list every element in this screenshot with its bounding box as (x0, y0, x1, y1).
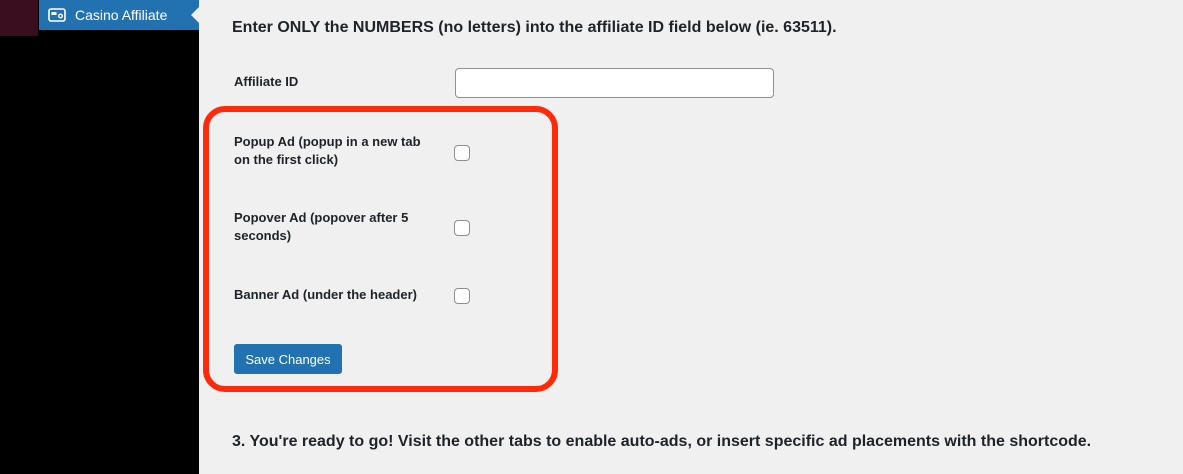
ad-icon (48, 8, 66, 22)
settings-main: Enter ONLY the NUMBERS (no letters) into… (199, 0, 1183, 474)
affiliate-id-label: Affiliate ID (234, 74, 299, 89)
step-three-note: 3. You're ready to go! Visit the other t… (232, 433, 1092, 450)
popup-ad-checkbox[interactable] (454, 145, 470, 161)
popover-ad-label: Popover Ad (popover after 5 seconds) (234, 210, 409, 243)
sidebar-top-strip (0, 0, 38, 36)
save-changes-button[interactable]: Save Changes (234, 344, 342, 374)
popup-ad-label: Popup Ad (popup in a new tab on the firs… (234, 134, 421, 167)
current-menu-arrow (191, 7, 199, 23)
popover-ad-checkbox[interactable] (454, 220, 470, 236)
affiliate-id-input[interactable] (455, 68, 774, 98)
banner-ad-label: Banner Ad (under the header) (234, 287, 417, 302)
banner-ad-checkbox[interactable] (454, 288, 470, 304)
instruction-heading: Enter ONLY the NUMBERS (no letters) into… (232, 19, 837, 36)
sidebar-item-label: Casino Affiliate (75, 7, 168, 23)
admin-sidebar: Casino Affiliate (0, 0, 199, 474)
sidebar-item-casino-affiliate[interactable]: Casino Affiliate (39, 0, 199, 30)
